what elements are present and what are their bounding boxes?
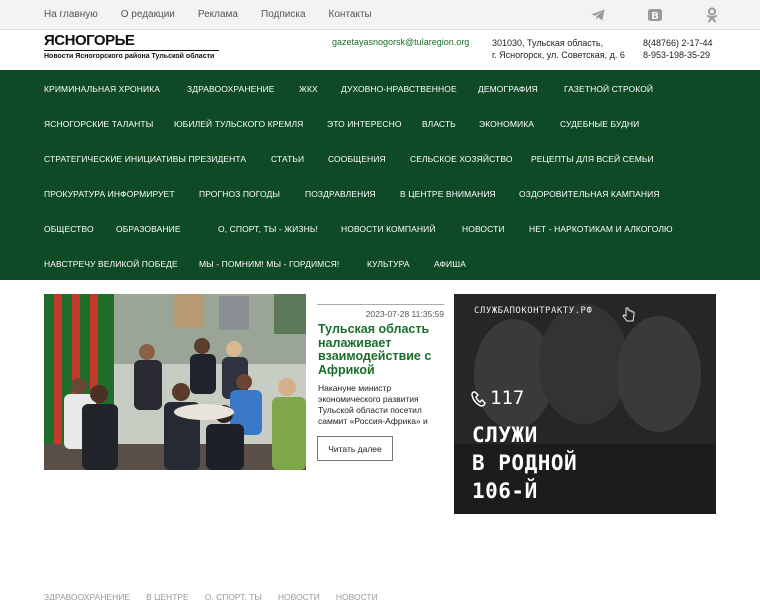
banner-site-url: СЛУЖБАПОКОНТРАКТУ.РФ [474,306,593,316]
category-link[interactable]: В ЦЕНТРЕ ВНИМАНИЯ [400,189,519,199]
category-link[interactable]: ЭКОНОМИКА [479,119,560,129]
category-link[interactable]: КУЛЬТУРА [367,259,434,269]
category-link[interactable]: НЕТ - НАРКОТИКАМ И АЛКОГОЛЮ [529,224,673,234]
top-link-subscribe[interactable]: Подписка [261,9,306,20]
category-row: ПРОКУРАТУРА ИНФОРМИРУЕТ ПРОГНОЗ ПОГОДЫ П… [44,184,660,204]
odnoklassniki-icon[interactable] [704,7,720,23]
category-link[interactable]: ДУХОВНО-НРАВСТВЕННОЕ [341,84,478,94]
site-header: ЯСНОГОРЬЕ Новости Ясногорского района Ту… [0,31,760,70]
category-nav: КРИМИНАЛЬНАЯ ХРОНИКА ЗДРАВООХРАНЕНИЕ ЖКХ… [0,70,760,280]
telegram-icon[interactable] [590,7,606,23]
category-link[interactable]: ОБЩЕСТВО [44,224,116,234]
category-link[interactable]: ОБРАЗОВАНИЕ [116,224,218,234]
category-row: КРИМИНАЛЬНАЯ ХРОНИКА ЗДРАВООХРАНЕНИЕ ЖКХ… [44,79,653,99]
category-row: ОБЩЕСТВО ОБРАЗОВАНИЕ О, СПОРТ, ТЫ - ЖИЗН… [44,219,673,239]
category-link[interactable]: О, СПОРТ, ТЫ - ЖИЗНЬ! [218,224,341,234]
top-link-about[interactable]: О редакции [121,9,175,20]
contact-address: 301030, Тульская область, г. Ясногорск, … [492,37,625,61]
news-lead: Накануне министр экономического развития… [318,383,428,426]
category-link[interactable]: МЫ - ПОМНИМ! МЫ - ГОРДИМСЯ! [199,259,367,269]
category-link[interactable]: ЯСНОГОРСКИЕ ТАЛАНТЫ [44,119,174,129]
site-logo[interactable]: ЯСНОГОРЬЕ [44,32,135,49]
svg-text:В: В [651,11,659,22]
top-nav: На главную О редакции Реклама Подписка К… [44,9,372,20]
category-link[interactable]: ЗДРАВООХРАНЕНИЕ [187,84,299,94]
top-link-ads[interactable]: Реклама [198,9,238,20]
category-link[interactable]: НАВСТРЕЧУ ВЕЛИКОЙ ПОБЕДЕ [44,259,199,269]
category-row: СТРАТЕГИЧЕСКИЕ ИНИЦИАТИВЫ ПРЕЗИДЕНТА СТА… [44,149,654,169]
category-link[interactable]: ЮБИЛЕЙ ТУЛЬСКОГО КРЕМЛЯ [174,119,327,129]
banner-slogan: СЛУЖИ В РОДНОЙ 106-Й [472,423,578,503]
category-link[interactable]: СЕЛЬСКОЕ ХОЗЯЙСТВО [410,154,531,164]
bottom-category[interactable]: О, СПОРТ, ТЫ [205,592,262,600]
bottom-category[interactable]: ЗДРАВООХРАНЕНИЕ [44,592,130,600]
site-tagline: Новости Ясногорского района Тульской обл… [44,53,215,60]
bottom-category[interactable]: НОВОСТИ [336,592,378,600]
category-link[interactable]: РЕЦЕПТЫ ДЛЯ ВСЕЙ СЕМЬИ [531,154,654,164]
category-link[interactable]: СТРАТЕГИЧЕСКИЕ ИНИЦИАТИВЫ ПРЕЗИДЕНТА [44,154,271,164]
category-link[interactable]: ГАЗЕТНОЙ СТРОКОЙ [564,84,653,94]
vk-icon[interactable]: В [647,7,663,23]
read-more-button[interactable]: Читать далее [317,436,393,461]
news-date: 2023-07-28 11:35:59 [317,304,444,319]
address-line-1: 301030, Тульская область, [492,38,604,48]
top-link-home[interactable]: На главную [44,9,98,20]
bottom-category[interactable]: НОВОСТИ [278,592,320,600]
top-link-contacts[interactable]: Контакты [329,9,372,20]
category-link[interactable]: ЖКХ [299,84,341,94]
pointer-hand-icon [622,307,635,322]
category-link[interactable]: ПОЗДРАВЛЕНИЯ [305,189,400,199]
bottom-category[interactable]: В ЦЕНТРЕ [146,592,189,600]
category-link[interactable]: ВЛАСТЬ [422,119,479,129]
phone-2: 8-953-198-35-29 [643,50,711,60]
category-link[interactable]: ЭТО ИНТЕРЕСНО [327,119,422,129]
news-title[interactable]: Тульская область налаживает взаимодейств… [318,322,443,377]
meeting-photo-image [44,294,306,470]
category-row: НАВСТРЕЧУ ВЕЛИКОЙ ПОБЕДЕ МЫ - ПОМНИМ! МЫ… [44,254,466,274]
category-link[interactable]: ПРОКУРАТУРА ИНФОРМИРУЕТ [44,189,199,199]
category-link[interactable]: ДЕМОГРАФИЯ [478,84,564,94]
contact-phones: 8(48766) 2-17-44 8-953-198-35-29 [643,37,713,61]
news-photo[interactable] [44,294,306,470]
bottom-category-strip: ЗДРАВООХРАНЕНИЕ В ЦЕНТРЕ О, СПОРТ, ТЫ НО… [44,592,378,600]
banner-phone-number: 117 [490,387,525,409]
contract-service-banner[interactable]: СЛУЖБАПОКОНТРАКТУ.РФ 117 СЛУЖИ В РОДНОЙ … [454,294,716,514]
category-link[interactable]: ПРОГНОЗ ПОГОДЫ [199,189,305,199]
contact-email-link[interactable]: gazetayasnogorsk@tularegion.org [332,37,469,47]
logo-underline [44,50,219,51]
address-line-2: г. Ясногорск, ул. Советская, д. 6 [492,50,625,60]
category-row: ЯСНОГОРСКИЕ ТАЛАНТЫ ЮБИЛЕЙ ТУЛЬСКОГО КРЕ… [44,114,639,134]
category-link[interactable]: НОВОСТИ [462,224,529,234]
category-link[interactable]: АФИША [434,259,466,269]
phone-icon [471,391,486,407]
category-link[interactable]: СТАТЬИ [271,154,328,164]
category-link[interactable]: СУДЕБНЫЕ БУДНИ [560,119,639,129]
phone-1: 8(48766) 2-17-44 [643,38,713,48]
category-link[interactable]: ОЗДОРОВИТЕЛЬНАЯ КАМПАНИЯ [519,189,660,199]
category-link[interactable]: СООБЩЕНИЯ [328,154,410,164]
category-link[interactable]: КРИМИНАЛЬНАЯ ХРОНИКА [44,84,187,94]
category-link[interactable]: НОВОСТИ КОМПАНИЙ [341,224,462,234]
top-bar: На главную О редакции Реклама Подписка К… [0,0,760,30]
